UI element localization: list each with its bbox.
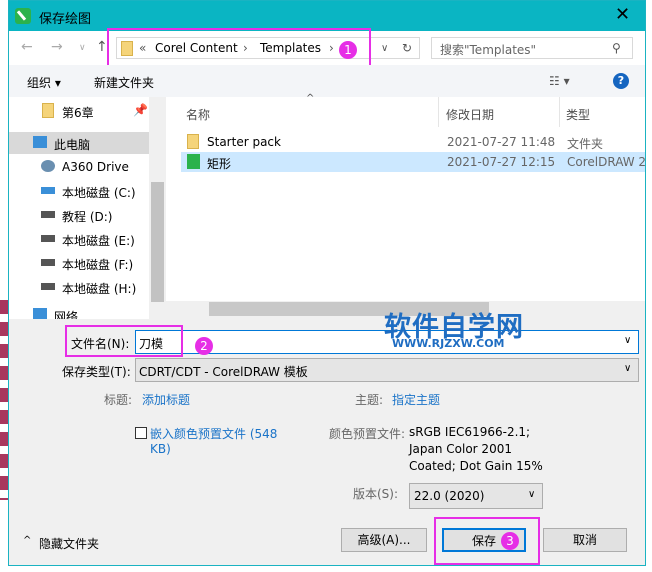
drive-icon <box>41 259 55 266</box>
cloud-drive-icon <box>41 160 55 172</box>
subject-label: 主题: <box>355 393 384 407</box>
sidebar-item-network[interactable]: 网络 <box>9 304 149 319</box>
title-label: 标题: <box>104 393 133 407</box>
column-name[interactable]: 名称 <box>186 106 210 123</box>
folder-icon <box>42 103 54 118</box>
embed-profile-checkbox[interactable] <box>135 427 147 439</box>
step-badge-2: 2 <box>195 337 213 355</box>
save-type-label: 保存类型(T): <box>62 365 131 379</box>
chevron-down-icon: ∨ <box>624 363 632 374</box>
sidebar-item-label: 本地磁盘 (E:) <box>62 234 135 248</box>
windows-drive-icon <box>41 187 55 194</box>
watermark-url: WWW.RJZXW.COM <box>392 337 505 350</box>
sidebar-item-label: 教程 (D:) <box>62 210 113 224</box>
color-profile-label: 颜色预置文件: <box>329 427 406 441</box>
column-divider[interactable] <box>438 97 439 127</box>
drive-icon <box>41 283 55 290</box>
hide-folders-button[interactable]: 隐藏文件夹 <box>39 535 99 552</box>
file-name: Starter pack <box>207 135 281 149</box>
close-button[interactable]: ✕ <box>615 4 630 25</box>
sidebar-item-label: 此电脑 <box>54 138 91 152</box>
sidebar-scroll-thumb[interactable] <box>151 182 164 302</box>
pin-icon[interactable]: 📌 <box>133 103 148 117</box>
color-profile-line: sRGB IEC61966-2.1; <box>409 425 531 439</box>
file-row[interactable]: 矩形 2021-07-27 12:15 CorelDRAW 2 <box>181 152 645 172</box>
window-title: 保存绘图 <box>39 12 92 27</box>
sidebar-item-a360[interactable]: A360 Drive <box>9 156 149 178</box>
background-decoration <box>0 300 8 500</box>
color-profile-line: Coated; Dot Gain 15% <box>409 459 543 473</box>
sidebar-item-label: A360 Drive <box>62 160 129 174</box>
title-bar: 保存绘图 ✕ <box>9 1 645 31</box>
step-badge-3: 3 <box>501 532 519 550</box>
column-header: 名称 ^ 修改日期 类型 <box>166 93 645 127</box>
version-label: 版本(S): <box>353 487 399 501</box>
sidebar-item-drive-c[interactable]: 本地磁盘 (C:) <box>9 180 149 202</box>
chevron-down-icon: ∨ <box>528 489 536 500</box>
save-type-select[interactable]: CDRT/CDT - CorelDRAW 模板 ∨ <box>135 358 639 382</box>
color-profile-line: Japan Color 2001 <box>409 442 512 456</box>
sidebar-item-drive-h[interactable]: 本地磁盘 (H:) <box>9 276 149 298</box>
sidebar-item-drive-d[interactable]: 教程 (D:) <box>9 204 149 226</box>
embed-profile-label-cont[interactable]: KB) <box>150 442 171 456</box>
nav-bar: ← → ∨ ↑ « Corel Content › Templates › ∨ … <box>9 28 645 73</box>
sidebar-item-chapter6[interactable]: 第6章 📌 <box>9 100 149 122</box>
file-row[interactable]: Starter pack 2021-07-27 11:48 文件夹 <box>181 132 645 152</box>
file-date: 2021-07-27 11:48 <box>447 135 556 149</box>
sidebar-item-label: 网络 <box>54 310 79 319</box>
sidebar-item-label: 本地磁盘 (C:) <box>62 186 136 200</box>
sidebar-item-drive-e[interactable]: 本地磁盘 (E:) <box>9 228 149 250</box>
column-date[interactable]: 修改日期 <box>446 106 494 123</box>
view-options-button[interactable]: ☷ ▾ <box>549 74 570 88</box>
sidebar-item-label: 第6章 <box>62 106 94 120</box>
browser-pane: 第6章 📌 此电脑 A360 Drive 本地磁盘 (C:) 教程 (D:) 本地… <box>9 93 645 319</box>
up-arrow-icon[interactable]: ↑ <box>96 39 108 55</box>
add-title-link[interactable]: 添加标题 <box>142 391 190 408</box>
column-type[interactable]: 类型 <box>566 106 590 123</box>
drive-icon <box>41 211 55 218</box>
highlight-box-3 <box>434 517 540 565</box>
step-badge-1: 1 <box>339 41 357 59</box>
recent-chevron-icon[interactable]: ∨ <box>79 43 86 53</box>
cdr-file-icon <box>187 154 200 169</box>
file-type: 文件夹 <box>567 137 604 151</box>
folder-icon <box>187 134 199 149</box>
new-folder-button[interactable]: 新建文件夹 <box>94 74 154 91</box>
file-type: CorelDRAW 2 <box>567 155 645 169</box>
forward-arrow-icon[interactable]: → <box>51 39 63 55</box>
sidebar-item-label: 本地磁盘 (F:) <box>62 258 134 272</box>
drive-icon <box>41 235 55 242</box>
organize-button[interactable]: 组织 ▾ <box>27 74 61 91</box>
column-divider[interactable] <box>559 97 560 127</box>
version-select[interactable]: 22.0 (2020) ∨ <box>409 483 543 509</box>
toolbar: 组织 ▾ 新建文件夹 ☷ ▾ ? <box>9 65 645 97</box>
sidebar-item-this-pc[interactable]: 此电脑 <box>9 132 149 154</box>
file-name: 矩形 <box>207 157 232 171</box>
search-input[interactable]: 搜索"Templates" ⚲ <box>431 37 633 59</box>
save-dialog: 保存绘图 ✕ ← → ∨ ↑ « Corel Content › Templat… <box>8 0 646 566</box>
search-icon: ⚲ <box>612 41 621 55</box>
computer-icon <box>33 136 47 148</box>
refresh-icon[interactable]: ↻ <box>402 41 412 55</box>
chevron-down-icon[interactable]: ∨ <box>624 335 631 346</box>
back-arrow-icon[interactable]: ← <box>21 39 33 55</box>
add-subject-link[interactable]: 指定主题 <box>392 391 440 408</box>
coreldraw-icon <box>15 8 31 24</box>
sidebar-item-drive-f[interactable]: 本地磁盘 (F:) <box>9 252 149 274</box>
search-placeholder: 搜索"Templates" <box>440 43 537 57</box>
sort-up-icon: ^ <box>306 93 315 104</box>
cancel-button[interactable]: 取消 <box>543 528 627 552</box>
advanced-button[interactable]: 高级(A)... <box>341 528 427 552</box>
save-type-value: CDRT/CDT - CorelDRAW 模板 <box>139 365 308 379</box>
sidebar-item-label: 本地磁盘 (H:) <box>62 282 137 296</box>
help-icon[interactable]: ? <box>613 73 629 89</box>
chevron-up-icon[interactable]: ^ <box>23 535 31 546</box>
highlight-box-2 <box>65 325 183 357</box>
version-value: 22.0 (2020) <box>414 489 485 503</box>
address-dropdown-icon[interactable]: ∨ <box>381 43 388 54</box>
embed-profile-label[interactable]: 嵌入颜色预置文件 (548 <box>150 425 277 442</box>
file-date: 2021-07-27 12:15 <box>447 155 556 169</box>
network-icon <box>33 308 47 319</box>
navigation-pane: 第6章 📌 此电脑 A360 Drive 本地磁盘 (C:) 教程 (D:) 本地… <box>9 97 166 319</box>
